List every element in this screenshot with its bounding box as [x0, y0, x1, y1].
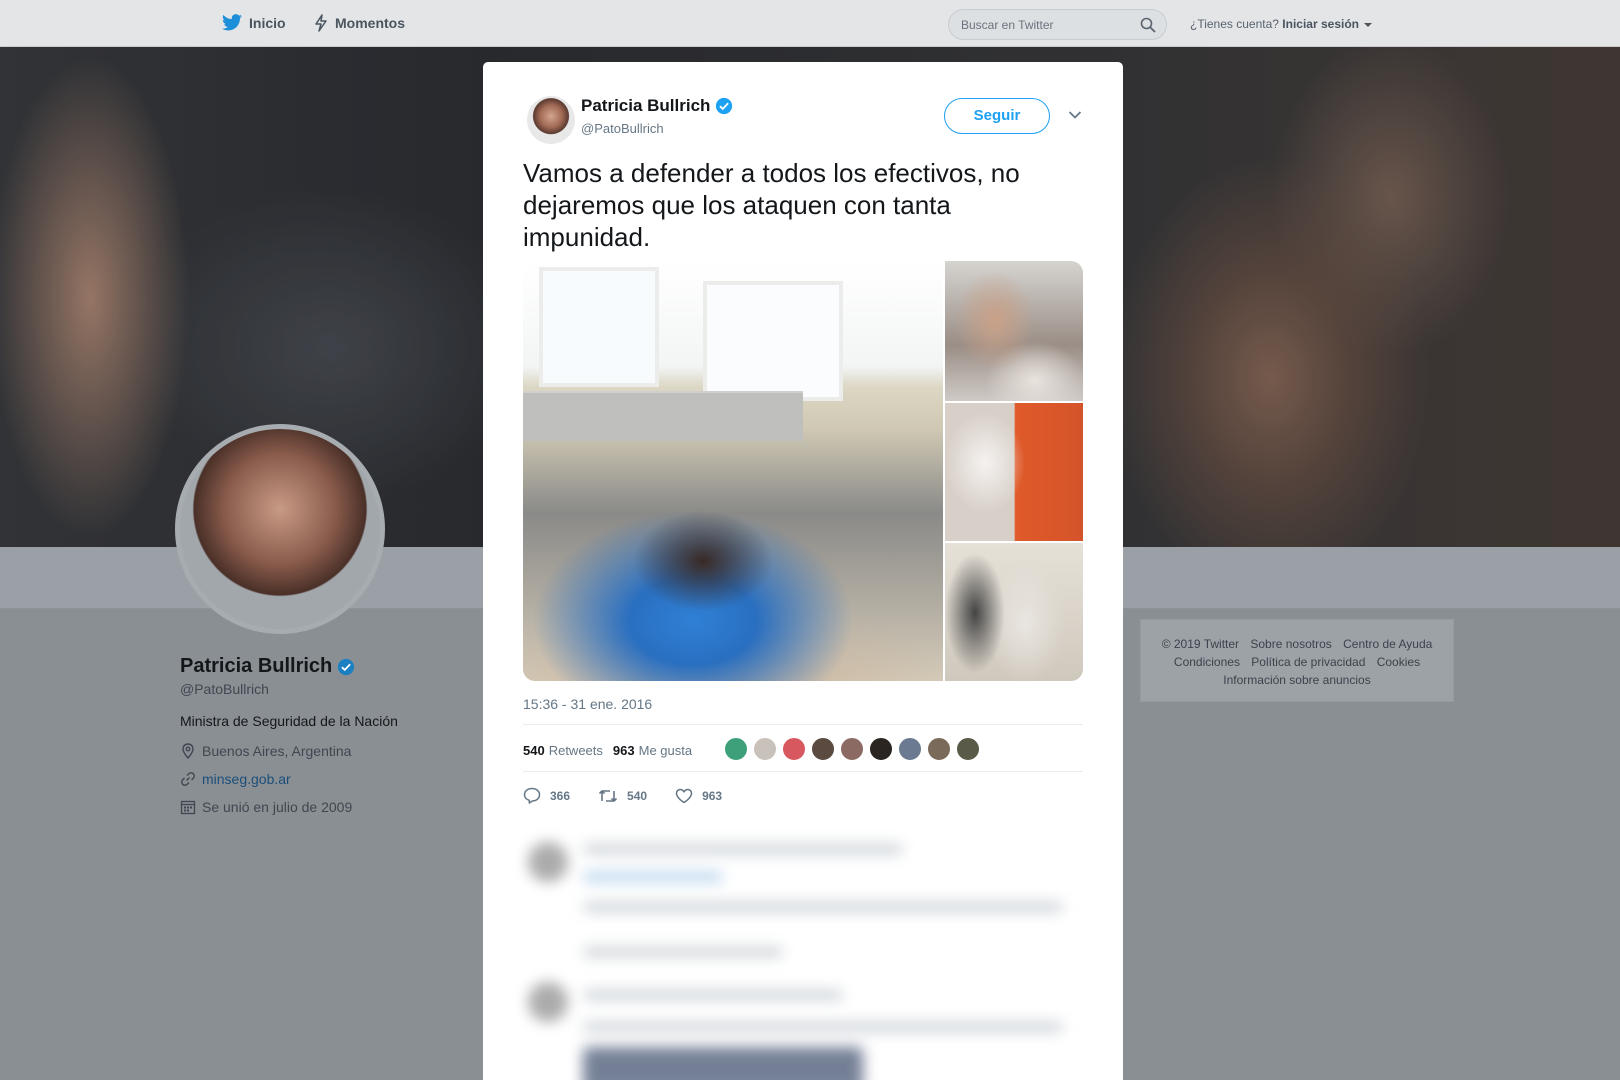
nav-home[interactable]: Inicio: [222, 14, 286, 31]
reply-line: [583, 872, 723, 882]
retweet-icon: [598, 789, 618, 802]
search-placeholder: Buscar en Twitter: [961, 18, 1054, 32]
footer-copyright: © 2019 Twitter: [1161, 637, 1240, 651]
tweet-stats: 540 Retweets 963 Me gusta: [523, 740, 692, 760]
profile-name-row: Patricia Bullrich: [180, 655, 470, 678]
account-question: ¿Tienes cuenta?: [1190, 17, 1279, 31]
likes-stat-label: Me gusta: [638, 742, 693, 758]
footer-help-link[interactable]: Centro de Ayuda: [1343, 637, 1432, 651]
reply-line: [583, 844, 903, 854]
liker-avatar[interactable]: [898, 737, 922, 761]
reply-line: [583, 1022, 1063, 1032]
top-nav: Inicio Momentos Buscar en Twitter ¿Tiene…: [0, 0, 1620, 47]
retweet-count: 540: [627, 788, 648, 803]
reply-media: [583, 1047, 863, 1080]
nav-home-label: Inicio: [249, 14, 286, 31]
reply-line: [583, 902, 1063, 912]
liker-avatar[interactable]: [724, 737, 748, 761]
retweets-stat[interactable]: 540 Retweets: [523, 743, 603, 758]
chevron-down-icon[interactable]: [1364, 22, 1373, 27]
twitter-bird-icon: [222, 14, 242, 31]
tweet-modal: Patricia Bullrich @PatoBullrich Seguir V…: [483, 62, 1123, 1080]
profile-joined-text: Se unió en julio de 2009: [202, 799, 353, 815]
liker-avatar[interactable]: [956, 737, 980, 761]
retweets-stat-count: 540: [523, 742, 545, 758]
location-pin-icon: [182, 743, 194, 759]
heart-icon: [675, 788, 693, 803]
verified-badge-icon: [338, 658, 355, 675]
profile-avatar[interactable]: [175, 424, 385, 634]
retweets-stat-label: Retweets: [548, 742, 603, 758]
profile-card: Patricia Bullrich @PatoBullrich Ministra…: [180, 655, 470, 815]
link-icon: [181, 772, 195, 786]
profile-location-text: Buenos Aires, Argentina: [202, 743, 352, 759]
footer-row-2: Condiciones Política de privacidad Cooki…: [1141, 653, 1453, 671]
likes-stat-count: 963: [612, 742, 635, 758]
profile-joined: Se unió en julio de 2009: [180, 799, 470, 815]
liker-avatar[interactable]: [869, 737, 893, 761]
calendar-icon: [180, 800, 196, 815]
like-count: 963: [702, 788, 723, 803]
retweet-button[interactable]: 540: [598, 788, 647, 804]
footer-cookies-link[interactable]: Cookies: [1377, 655, 1420, 669]
tweet-author-avatar[interactable]: [527, 96, 575, 144]
profile-handle: @PatoBullrich: [180, 681, 269, 697]
footer-privacy-link[interactable]: Política de privacidad: [1251, 655, 1365, 669]
chevron-down-icon[interactable]: [1068, 110, 1082, 120]
tweet-timestamp[interactable]: 15:36 - 31 ene. 2016: [523, 696, 652, 712]
lightning-icon: [315, 14, 327, 32]
profile-bio: Ministra de Seguridad de la Nación: [180, 713, 398, 729]
tweet-author-name-row: Patricia Bullrich: [581, 96, 733, 116]
profile-location: Buenos Aires, Argentina: [180, 743, 470, 759]
footer-links: © 2019 Twitter Sobre nosotros Centro de …: [1140, 619, 1454, 702]
liker-avatar[interactable]: [927, 737, 951, 761]
reply-line: [583, 990, 843, 1000]
reply-count: 366: [550, 788, 571, 803]
profile-website: minseg.gob.ar: [180, 771, 470, 787]
profile-name[interactable]: Patricia Bullrich: [180, 655, 332, 678]
divider: [523, 771, 1083, 772]
search-icon[interactable]: [1140, 17, 1156, 33]
divider: [523, 724, 1083, 725]
login-link[interactable]: Iniciar sesión: [1282, 17, 1359, 31]
reply-line: [583, 947, 783, 957]
tweet-photo-thumb-3[interactable]: [943, 541, 1083, 681]
follow-button[interactable]: Seguir: [944, 98, 1050, 134]
likes-stat[interactable]: 963 Me gusta: [613, 743, 692, 758]
reply-avatar: [528, 842, 568, 882]
footer-ads-info-link[interactable]: Información sobre anuncios: [1223, 673, 1370, 687]
reply-icon: [523, 787, 541, 804]
tweet-photo-thumb-2[interactable]: [943, 401, 1083, 541]
tweet-media-grid: [523, 261, 1083, 681]
tweet-text: Vamos a defender a todos los efectivos, …: [523, 158, 1020, 252]
footer-about-link[interactable]: Sobre nosotros: [1250, 637, 1331, 651]
search-input[interactable]: Buscar en Twitter: [948, 9, 1167, 40]
tweet-actions: 366 540 963: [523, 787, 750, 804]
photo-window-detail: [539, 267, 659, 387]
reply-avatar: [528, 982, 568, 1022]
like-button[interactable]: 963: [675, 788, 722, 804]
photo-window-detail: [703, 281, 843, 401]
liker-avatars: [724, 737, 985, 761]
tweet-photo-thumb-1[interactable]: [943, 261, 1083, 401]
reply-button[interactable]: 366: [523, 787, 570, 804]
profile-website-link[interactable]: minseg.gob.ar: [202, 771, 291, 787]
tweet-photo-main[interactable]: [523, 261, 943, 681]
footer-row-1: © 2019 Twitter Sobre nosotros Centro de …: [1141, 635, 1453, 653]
nav-moments-label: Momentos: [335, 15, 405, 31]
verified-badge-icon: [716, 97, 733, 115]
nav-moments[interactable]: Momentos: [314, 14, 405, 32]
footer-row-3: Información sobre anuncios: [1141, 671, 1453, 689]
liker-avatar[interactable]: [840, 737, 864, 761]
liker-avatar[interactable]: [811, 737, 835, 761]
blurred-replies: [523, 832, 1083, 1080]
photo-wall-panel-detail: [523, 391, 803, 441]
tweet-author-handle[interactable]: @PatoBullrich: [581, 121, 664, 136]
login-area: ¿Tienes cuenta? Iniciar sesión: [1190, 17, 1373, 31]
tweet-author-name[interactable]: Patricia Bullrich: [581, 96, 710, 116]
liker-avatar[interactable]: [753, 737, 777, 761]
liker-avatar[interactable]: [782, 737, 806, 761]
footer-terms-link[interactable]: Condiciones: [1174, 655, 1240, 669]
